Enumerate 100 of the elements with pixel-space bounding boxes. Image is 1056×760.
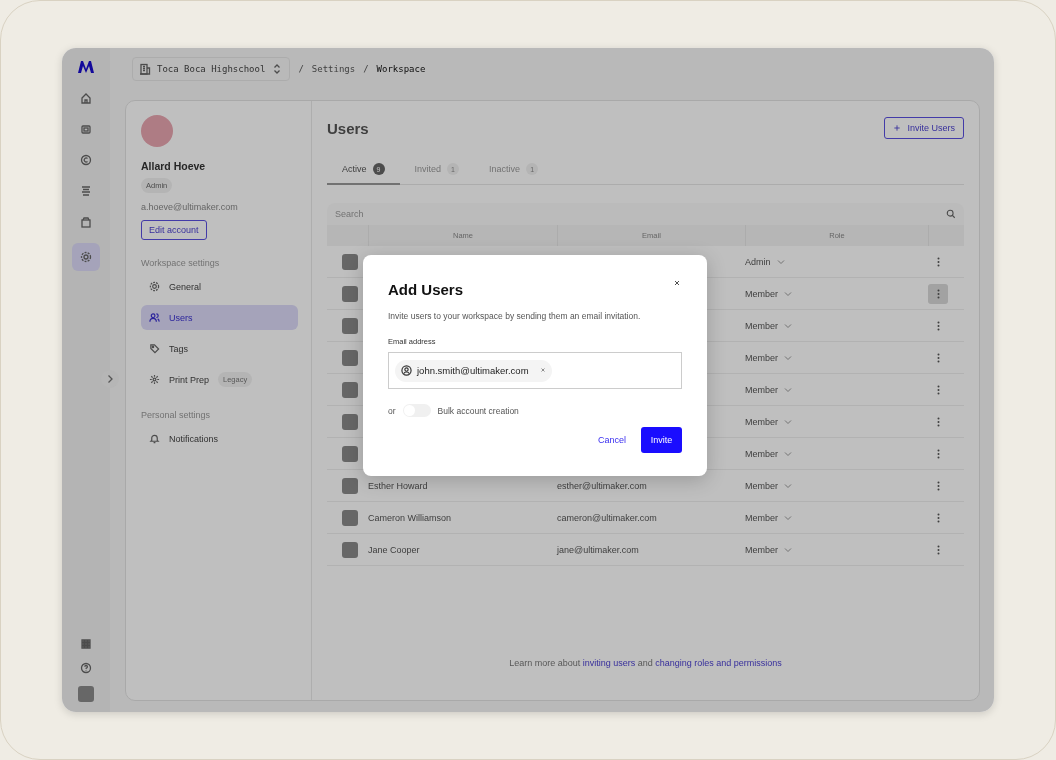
cog-icon [149,374,160,385]
chevron-down-icon [784,322,792,329]
role-dropdown[interactable]: Member [745,544,928,555]
plus-icon [893,124,902,132]
spool-icon [80,154,92,166]
settings-icon [80,251,92,263]
help-link[interactable]: changing roles and permissions [655,658,782,668]
nav-label: Print Prep [169,374,210,385]
chevron-down-icon [784,290,792,297]
more-vertical-icon [936,384,940,395]
chevron-down-icon [784,386,792,393]
nav-label: Tags [169,343,188,354]
user-name: Jane Cooper [368,544,421,555]
role-dropdown[interactable]: Admin [745,256,928,267]
chevron-down-icon [784,450,792,457]
close-icon [539,367,546,373]
user-email: cameron@ultimaker.com [557,512,658,523]
search-icon [946,209,956,219]
chevron-down-icon [784,418,792,425]
home-icon [80,92,92,104]
avatar-photo-placeholder[interactable] [78,686,94,702]
user-email: jane@ultimaker.com [557,544,640,555]
more-vertical-icon [936,512,940,523]
more-vertical-icon [936,416,940,427]
breadcrumb-separator: / [298,64,304,74]
settings-nav-item[interactable]: Notifications [141,426,298,451]
profile-photo-placeholder [141,115,173,147]
nav-label: Users [169,312,193,323]
invite-users-button[interactable]: Invite Users [884,117,964,139]
or-label: or [388,405,396,416]
printer-icon [80,123,92,135]
role-dropdown[interactable]: Member [745,288,928,299]
role-dropdown[interactable]: Member [745,384,928,395]
role-dropdown[interactable]: Member [745,352,928,363]
breadcrumb-link[interactable]: Settings [311,64,356,74]
workspace-switcher[interactable]: Toca Boca Highschool [132,57,291,81]
email-field[interactable]: john.smith@ultimaker.com [388,352,682,389]
avatar-photo-placeholder [342,477,358,494]
settings-nav-item[interactable]: General [141,274,298,299]
close-icon [673,279,681,287]
section-title: Workspace settings [141,258,220,268]
chip-label: john.smith@ultimaker.com [417,365,529,376]
avatar-photo-placeholder [342,541,358,558]
avatar-photo-placeholder [342,413,358,430]
settings-icon [149,281,160,292]
profile-email: a.hoeve@ultimaker.com [141,202,238,212]
tag-icon [149,343,160,354]
avatar-photo-placeholder [342,317,358,334]
more-vertical-icon [936,256,940,267]
help-text: Learn more about inviting users and changing roles and permissions [508,658,783,668]
profile-name: Allard Hoeve [141,160,206,172]
avatar-photo-placeholder [342,509,358,526]
bell-icon [149,433,160,444]
more-button[interactable] [928,283,948,304]
page-title: Users [327,119,369,137]
settings-nav-item[interactable]: Tags [141,336,298,361]
avatar-photo-placeholder [342,381,358,398]
help-link[interactable]: inviting users [582,658,636,668]
role-dropdown[interactable]: Member [745,480,928,491]
user-circle-icon [401,365,412,376]
toggle-label: Bulk account creation [437,405,519,416]
chevron-down-icon [776,258,785,265]
cancel-button[interactable]: Cancel [598,435,626,445]
user-name: Cameron Williamson [368,512,453,523]
avatar-photo-placeholder [342,285,358,302]
chevron-down-icon [784,482,792,489]
more-vertical-icon [936,480,940,491]
list-icon [80,185,92,197]
avatar-photo-placeholder [342,445,358,462]
building-icon [139,63,151,75]
chevron-down-icon [784,514,792,521]
user-name: Esther Howard [368,480,429,491]
avatar-photo-placeholder [342,253,358,270]
users-icon [149,312,160,323]
role-dropdown[interactable]: Member [745,320,928,331]
dialog-description: Invite users to your workspace by sending them an email invitation. [388,311,642,321]
box-icon [80,216,92,228]
role-dropdown[interactable]: Member [745,512,928,523]
search-field[interactable]: Search [335,209,946,219]
more-vertical-icon [936,288,940,299]
more-vertical-icon [936,448,940,459]
logo-icon[interactable] [77,60,95,74]
more-vertical-icon [936,544,940,555]
more-vertical-icon [936,352,940,363]
role-dropdown[interactable]: Member [745,448,928,459]
help-icon[interactable] [80,662,92,674]
section-title: Personal settings [141,410,211,420]
invite-button[interactable]: Invite [641,427,682,453]
more-vertical-icon [936,320,940,331]
role-dropdown[interactable]: Member [745,416,928,427]
nav-rail-button[interactable] [72,243,100,271]
grid-icon[interactable] [80,638,92,650]
nav-label: General [169,281,202,292]
dialog-title: Add Users [388,281,464,298]
breadcrumb-separator: / [363,64,369,74]
settings-nav-item[interactable]: Users [141,305,298,330]
nav-label: Notifications [169,433,219,444]
chevron-down-icon [784,546,792,553]
edit-account-button[interactable]: Edit account [141,220,207,240]
breadcrumb-current: Workspace [376,64,426,74]
